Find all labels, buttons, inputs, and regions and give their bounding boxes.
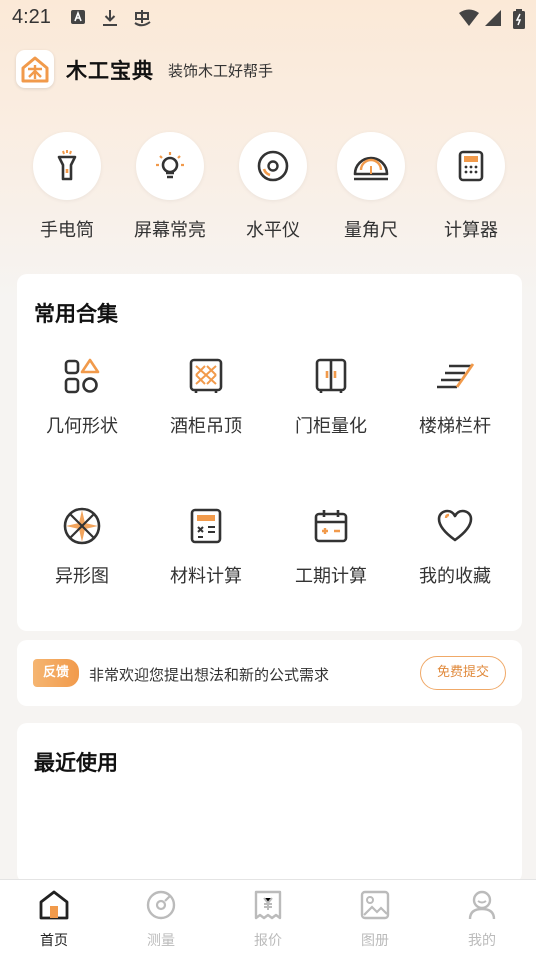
submit-feedback-button[interactable]: 免费提交 [420,656,506,690]
grid-item-schedule[interactable]: 工期计算 [269,504,393,604]
grid-item-label: 异形图 [55,566,109,587]
calculator-icon [458,150,484,182]
grid-item-label: 门柜量化 [295,416,367,437]
grid-item-label: 我的收藏 [419,566,491,587]
tool-level[interactable]: 水平仪 [223,132,323,247]
grid-item-stairs[interactable]: 楼梯栏杆 [393,354,517,454]
signal-icon [485,10,501,26]
protractor-icon [353,156,389,181]
tool-label: 量角尺 [344,220,398,241]
profile-icon [468,890,496,920]
tab-quote[interactable]: 报价 [228,888,308,949]
home-icon [39,890,69,920]
tab-label: 我的 [468,933,496,949]
tool-screen-on[interactable]: 屏幕常亮 [120,132,220,247]
grid-item-label: 工期计算 [295,566,367,587]
tab-label: 报价 [254,933,282,949]
logo-house-icon [21,56,49,83]
tool-label: 屏幕常亮 [134,220,206,241]
battery-icon [513,9,525,29]
recent-title: 最近使用 [34,751,118,775]
tab-label: 首页 [40,933,68,949]
bulb-icon [156,152,184,179]
status-time: 4:21 [12,6,51,28]
tool-flashlight[interactable]: 手电筒 [17,132,117,247]
irregular-shape-icon [63,507,101,545]
album-icon [360,890,390,920]
app-logo [16,50,54,88]
bottom-tab-bar: 首页 测量 报价 图册 我的 [0,879,536,954]
quote-icon [254,890,282,920]
stairs-icon [437,363,475,389]
grid-item-label: 材料计算 [170,566,242,587]
tool-label: 手电筒 [40,220,94,241]
grid-item-label: 酒柜吊顶 [170,416,242,437]
grid-item-shapes[interactable]: 几何形状 [20,354,144,454]
tool-calculator[interactable]: 计算器 [421,132,521,247]
flashlight-icon [57,150,77,181]
schedule-icon [314,510,348,543]
door-cabinet-icon [315,358,347,393]
shapes-icon [64,358,100,394]
status-bar: 4:21 [0,0,536,36]
app-notification-icon [134,10,151,27]
collection-title: 常用合集 [34,302,118,326]
tab-label: 测量 [147,933,175,949]
feedback-bar: 反馈 非常欢迎您提出想法和新的公式需求 免费提交 [17,640,522,706]
grid-item-label: 楼梯栏杆 [419,416,491,437]
tab-measure[interactable]: 测量 [121,888,201,949]
tool-label: 计算器 [444,220,498,241]
heart-icon [437,509,473,542]
app-header: 木工宝典 装饰木工好帮手 [16,50,516,90]
level-icon [257,150,289,182]
grid-item-irregular-shape[interactable]: 异形图 [20,504,144,604]
app-title: 木工宝典 [66,59,154,83]
feedback-text: 非常欢迎您提出想法和新的公式需求 [89,666,330,684]
grid-item-door-cabinet[interactable]: 门柜量化 [269,354,393,454]
app-subtitle: 装饰木工好帮手 [168,62,274,80]
tab-profile[interactable]: 我的 [442,888,522,949]
wifi-icon [459,9,479,26]
download-icon [103,10,117,26]
grid-item-label: 几何形状 [46,416,118,437]
wine-cabinet-icon [189,358,223,393]
notification-a-icon [71,10,85,24]
feedback-badge: 反馈 [33,659,79,687]
grid-item-wine-cabinet[interactable]: 酒柜吊顶 [144,354,268,454]
grid-item-material-calc[interactable]: 材料计算 [144,504,268,604]
measure-icon [146,890,176,920]
tab-label: 图册 [361,933,389,949]
recent-card: 最近使用 [17,723,522,883]
tab-album[interactable]: 图册 [335,888,415,949]
collection-card: 常用合集 几何形状 酒柜吊顶 门柜量化 楼梯栏杆 异形图 材料计算 工期计算 我… [17,274,522,631]
tab-home[interactable]: 首页 [14,888,94,949]
grid-item-favorites[interactable]: 我的收藏 [393,504,517,604]
material-calc-icon [190,508,222,544]
tool-protractor[interactable]: 量角尺 [321,132,421,247]
tool-label: 水平仪 [246,220,300,241]
